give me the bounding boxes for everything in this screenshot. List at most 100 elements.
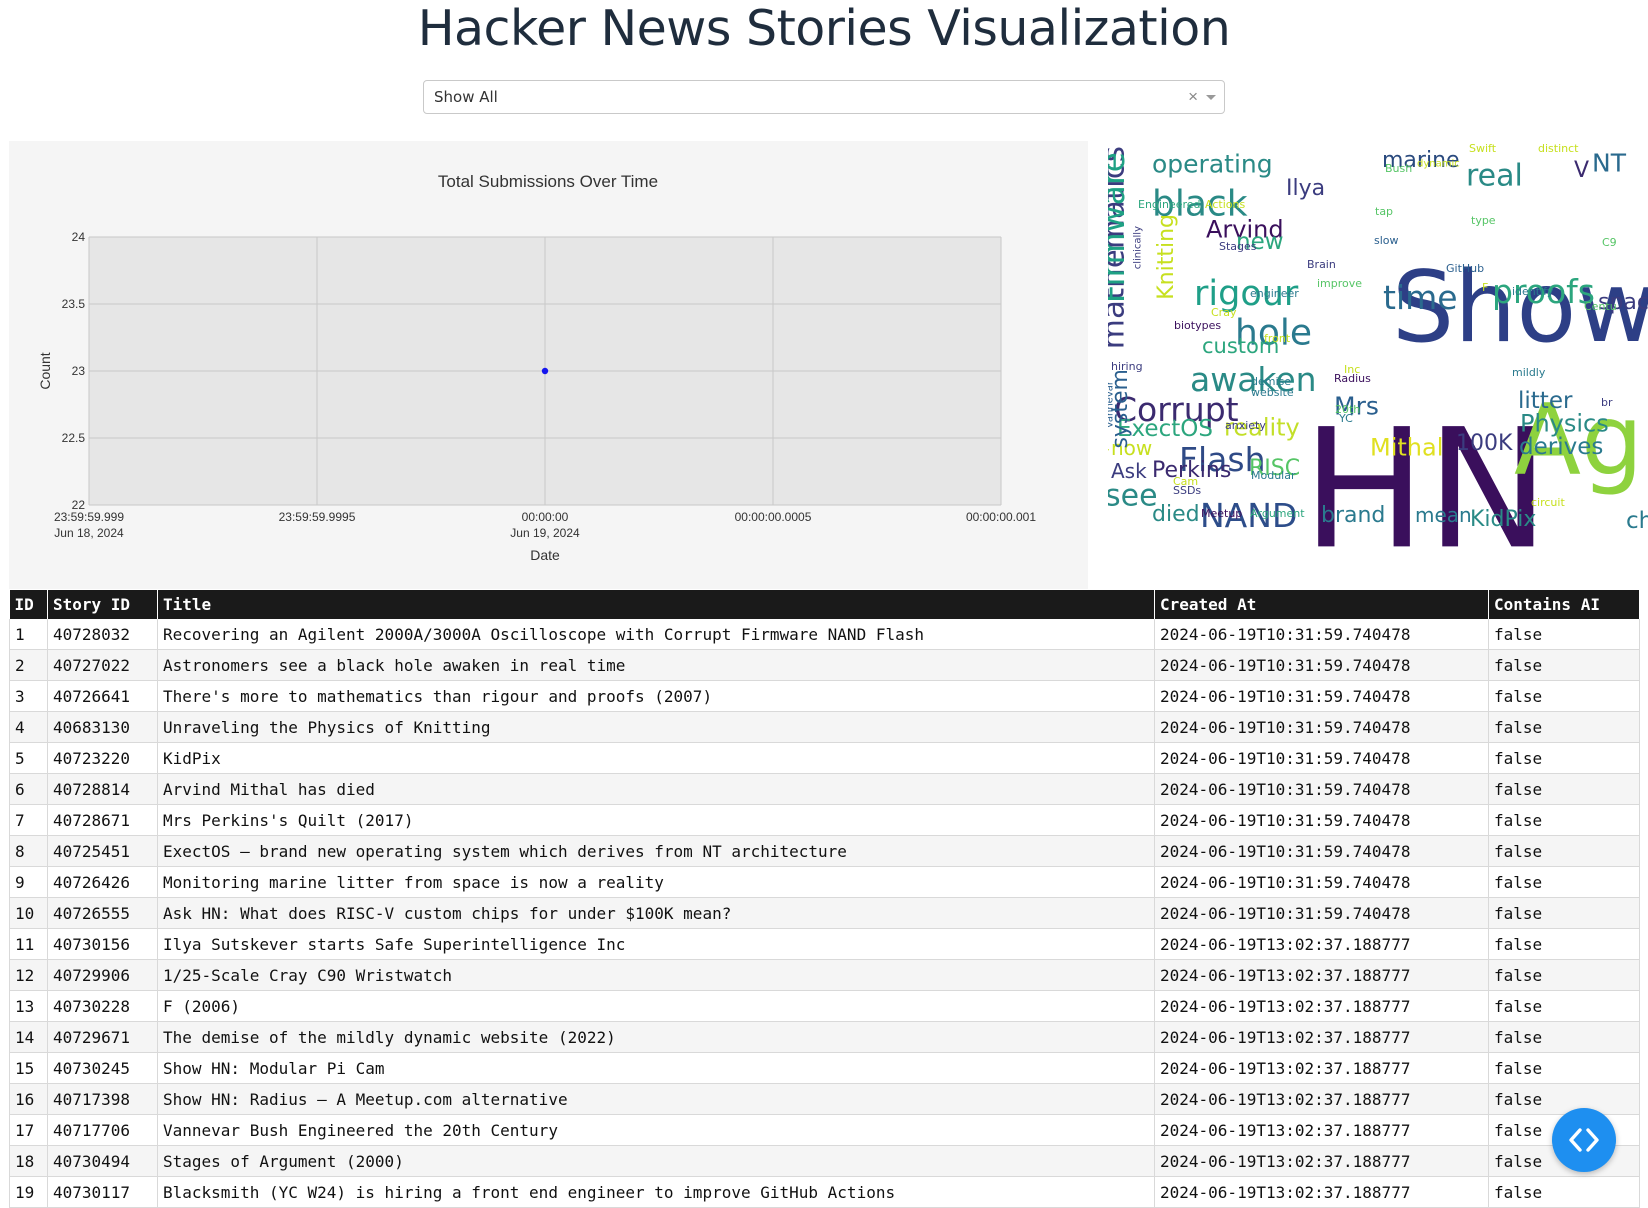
table-cell: Show HN: Radius – A Meetup.com alternati… [157,1083,1155,1115]
submissions-chart[interactable]: Total Submissions Over Time 22 22.5 23 23.5… [9,141,1088,589]
story-filter-dropdown[interactable]: Show All × [423,80,1225,114]
word-cloud-word: tap [1375,205,1393,218]
y-tick-label: 23 [72,364,86,378]
table-cell: Astronomers see a black hole awaken in r… [157,649,1155,681]
table-header-cell[interactable]: Created At [1154,590,1489,619]
table-cell: false [1488,773,1640,805]
word-cloud-word: Brain [1307,258,1336,271]
word-cloud-word: identify [1512,285,1554,298]
word-cloud-word: Swift [1469,142,1497,155]
table-row[interactable]: 1 40728032 Recovering an Agilent 2000A/300… [9,619,1640,650]
dropdown-selected-value: Show All [434,88,498,106]
x-tick-label: 00:00:00.0005 [735,510,812,524]
table-cell: 2024-06-19T10:31:59.740478 [1154,742,1489,774]
table-cell: 3 [9,680,48,712]
table-cell: false [1488,1052,1640,1084]
table-row[interactable]: 15 40730245 Show HN: Modular Pi Cam 2024-06… [9,1052,1640,1084]
table-cell: Ask HN: What does RISC-V custom chips fo… [157,897,1155,929]
table-cell: 2024-06-19T10:31:59.740478 [1154,866,1489,898]
word-cloud-word: Centu [1584,300,1617,313]
table-cell: 6 [9,773,48,805]
table-cell: 40730245 [47,1052,158,1084]
table-cell: 15 [9,1052,48,1084]
word-cloud-word: type [1471,214,1496,227]
x-tick-label: 00:00:00 [522,510,569,524]
table-cell: Blacksmith (YC W24) is hiring a front en… [157,1176,1155,1208]
data-point[interactable] [541,367,549,375]
word-cloud-word: chi [1626,508,1648,534]
table-cell: Arvind Mithal has died [157,773,1155,805]
table-cell: false [1488,959,1640,991]
word-cloud-word: operating [1152,149,1273,178]
table-header-cell[interactable]: Story ID [47,590,158,619]
table-row[interactable]: 7 40728671 Mrs Perkins's Quilt (2017) 2024-… [9,804,1640,836]
word-cloud-word: mildly [1512,366,1546,379]
table-row[interactable]: 11 40730156 Ilya Sutskever starts Safe Sup… [9,928,1640,960]
word-cloud-word: C9 [1602,236,1617,249]
chevron-down-icon[interactable] [1206,95,1216,100]
word-cloud-word: see [1108,479,1158,514]
table-cell: 40730117 [47,1176,158,1208]
table-cell: 40726555 [47,897,158,929]
word-cloud-word: derives [1519,434,1603,460]
table-row[interactable]: 6 40728814 Arvind Mithal has died 2024-06-1… [9,773,1640,805]
table-cell: 17 [9,1114,48,1146]
table-cell: Monitoring marine litter from space is n… [157,866,1155,898]
word-cloud-word: Bush [1385,162,1412,175]
y-tick-label: 23.5 [62,297,86,311]
table-cell: false [1488,928,1640,960]
table-header-cell[interactable]: Title [157,590,1155,619]
table-row[interactable]: 3 40726641 There's more to mathematics tha… [9,680,1640,712]
table-row[interactable]: 19 40730117 Blacksmith (YC W24) is hiring … [9,1176,1640,1208]
table-cell: 1 [9,619,48,650]
y-tick-label: 22.5 [62,431,86,445]
x-tick-sublabel: Jun 18, 2024 [54,526,124,540]
word-cloud-word: Actions [1205,198,1245,211]
clear-selection-icon[interactable]: × [1188,81,1198,113]
word-cloud-word: F [1482,281,1488,294]
table-row[interactable]: 16 40717398 Show HN: Radius – A Meetup.com… [9,1083,1640,1115]
word-cloud-word: died [1152,502,1200,527]
table-cell: false [1488,711,1640,743]
x-axis-label: Date [530,547,560,563]
table-row[interactable]: 12 40729906 1/25-Scale Cray C90 Wristwatch… [9,959,1640,991]
table-cell: KidPix [157,742,1155,774]
table-row[interactable]: 4 40683130 Unraveling the Physics of Knitt… [9,711,1640,743]
submissions-chart-svg: Total Submissions Over Time 2222.52323.5… [37,172,1036,563]
word-cloud-word: clinically [1132,226,1143,269]
table-header-cell[interactable]: ID [9,590,48,619]
table-header-cell[interactable]: Contains AI [1488,590,1640,619]
table-cell: 2024-06-19T10:31:59.740478 [1154,897,1489,929]
table-cell: 2024-06-19T10:31:59.740478 [1154,773,1489,805]
table-cell: 40728032 [47,619,158,650]
table-row[interactable]: 2 40727022 Astronomers see a black hole aw… [9,649,1640,681]
table-cell: 2024-06-19T10:31:59.740478 [1154,711,1489,743]
table-row[interactable]: 8 40725451 ExectOS – brand new operating s… [9,835,1640,867]
word-cloud-word: website [1251,386,1294,399]
word-cloud-word: distinct [1538,142,1579,155]
table-row[interactable]: 14 40729671 The demise of the mildly dynam… [9,1021,1640,1053]
table-cell: 2 [9,649,48,681]
table-cell: 7 [9,804,48,836]
table-cell: 2024-06-19T10:31:59.740478 [1154,680,1489,712]
table-cell: false [1488,990,1640,1022]
word-cloud-svg: ShowHNRecoveAgoperatingblackmathematicsF… [1108,142,1648,548]
table-cell: false [1488,897,1640,929]
word-cloud-word: improve [1317,277,1362,290]
table-row[interactable]: 5 40723220 KidPix 2024-06-19T10:31:59.74047… [9,742,1640,774]
table-row[interactable]: 17 40717706 Vannevar Bush Engineered the 2… [9,1114,1640,1146]
table-row[interactable]: 10 40726555 Ask HN: What does RISC-V custo… [9,897,1640,929]
table-row[interactable]: 13 40730228 F (2006) 2024-06-19T13:02:37.18… [9,990,1640,1022]
word-cloud-word: Knitting [1154,214,1179,300]
table-cell: Recovering an Agilent 2000A/3000A Oscill… [157,619,1155,650]
table-cell: Vannevar Bush Engineered the 20th Centur… [157,1114,1155,1146]
table-cell: 2024-06-19T10:31:59.740478 [1154,649,1489,681]
word-cloud-word: mean [1415,503,1472,527]
table-cell: 2024-06-19T13:02:37.188777 [1154,990,1489,1022]
table-row[interactable]: 9 40726426 Monitoring marine litter from s… [9,866,1640,898]
table-row[interactable]: 18 40730494 Stages of Argument (2000) 2024-… [9,1145,1640,1177]
code-toggle-button[interactable] [1552,1108,1616,1172]
table-cell: 2024-06-19T13:02:37.188777 [1154,928,1489,960]
word-cloud-word: SSDs [1173,484,1201,497]
chart-title: Total Submissions Over Time [438,172,658,191]
